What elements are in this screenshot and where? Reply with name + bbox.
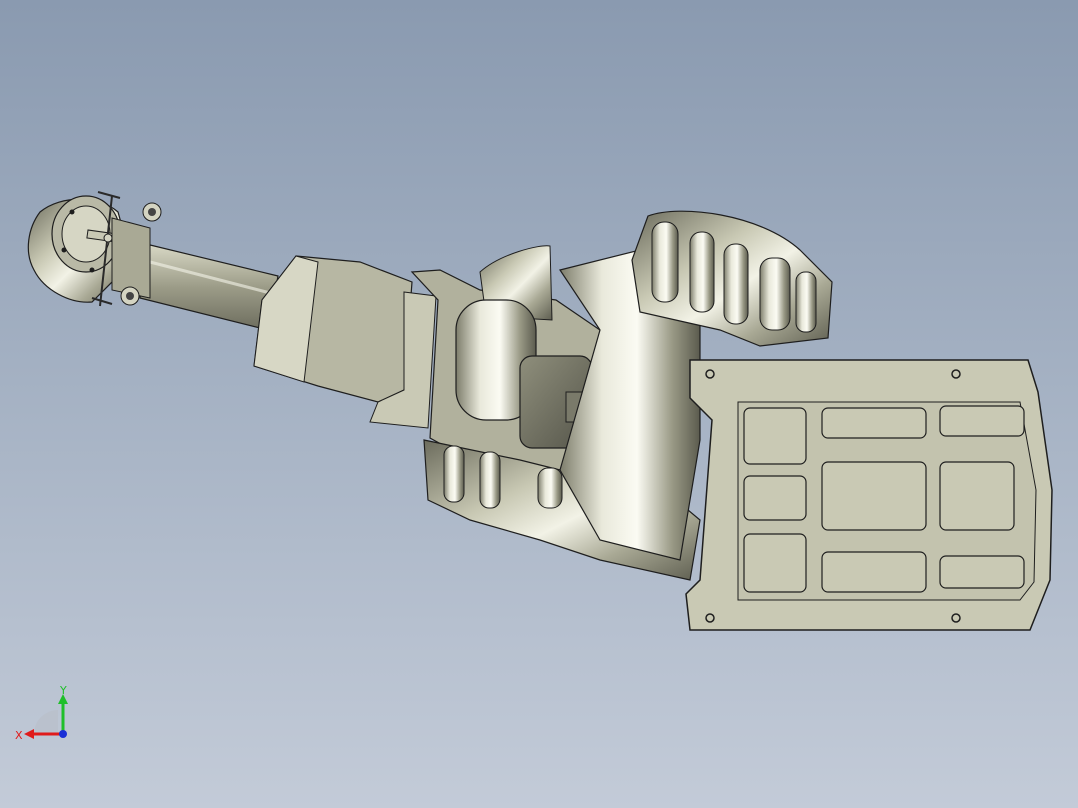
x-axis-head [24, 729, 34, 739]
y-axis-label: Y [59, 684, 67, 697]
triad-plane [34, 710, 58, 734]
elbow-housing[interactable] [253, 255, 437, 429]
x-axis-label: X [15, 729, 23, 742]
forearm-tube[interactable] [139, 243, 279, 331]
z-axis-dot [59, 730, 67, 738]
base-plate[interactable] [685, 359, 1053, 631]
3d-viewport[interactable]: Y X [0, 0, 1078, 808]
axis-triad: Y X [15, 684, 68, 742]
wrist-flange[interactable] [27, 191, 162, 307]
robot-arm-model[interactable] [0, 0, 1078, 808]
